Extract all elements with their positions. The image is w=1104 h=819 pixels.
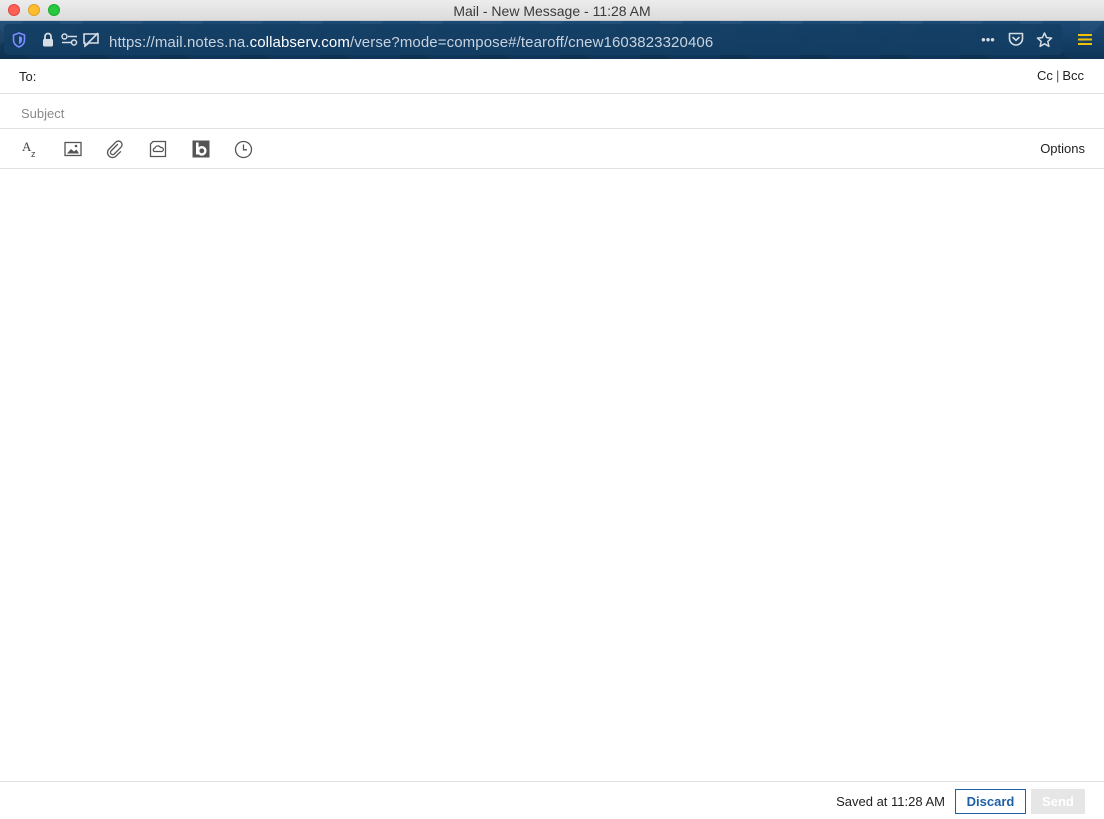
to-label: To: — [19, 69, 37, 84]
options-button[interactable]: Options — [1040, 141, 1085, 156]
discard-button[interactable]: Discard — [955, 789, 1026, 814]
box-icon[interactable] — [190, 138, 212, 160]
pocket-icon[interactable] — [1006, 30, 1026, 49]
cc-link[interactable]: Cc — [1037, 68, 1053, 83]
shield-icon[interactable] — [11, 31, 27, 48]
window-title: Mail - New Message - 11:28 AM — [453, 3, 651, 19]
clock-icon[interactable] — [232, 138, 254, 160]
address-field[interactable]: https://mail.notes.na.collabserv.com/ver… — [4, 24, 1062, 55]
svg-text:z: z — [31, 149, 36, 159]
compose-footer: Saved at 11:28 AM Discard Send — [0, 781, 1104, 819]
to-row: To: Cc | Bcc — [0, 59, 1104, 94]
attachment-icon[interactable] — [104, 138, 126, 160]
menu-icon[interactable] — [1077, 31, 1093, 48]
url-domain: collabserv.com — [249, 34, 350, 51]
compose-toolbar: Az Options — [0, 129, 1104, 169]
cc-bcc-separator: | — [1055, 68, 1060, 83]
saved-status: Saved at 11:28 AM — [836, 794, 945, 809]
text-format-icon[interactable]: Az — [19, 138, 41, 160]
send-button[interactable]: Send — [1031, 789, 1085, 814]
lock-icon[interactable] — [41, 31, 55, 48]
to-field[interactable] — [45, 65, 1009, 89]
bcc-link[interactable]: Bcc — [1062, 68, 1084, 83]
subject-field[interactable] — [19, 101, 1083, 125]
subject-row — [0, 94, 1104, 129]
tracking-protection-icon[interactable] — [81, 31, 100, 48]
message-body[interactable] — [0, 169, 1104, 781]
star-icon[interactable] — [1034, 30, 1054, 49]
url-prefix: https://mail.notes.na. — [109, 34, 250, 51]
browser-url-bar: https://mail.notes.na.collabserv.com/ver… — [0, 21, 1104, 59]
cloud-file-icon[interactable] — [147, 138, 169, 160]
image-icon[interactable] — [62, 138, 84, 160]
url-suffix: /verse?mode=compose#/tearoff/cnew1603823… — [349, 34, 714, 51]
more-icon[interactable]: ••• — [977, 30, 999, 49]
window-title-bar: Mail - New Message - 11:28 AM — [0, 0, 1104, 21]
url-text[interactable]: https://mail.notes.na.collabserv.com/ver… — [109, 34, 713, 51]
permissions-icon[interactable] — [60, 32, 78, 47]
cc-bcc-links: Cc | Bcc — [1037, 68, 1084, 83]
